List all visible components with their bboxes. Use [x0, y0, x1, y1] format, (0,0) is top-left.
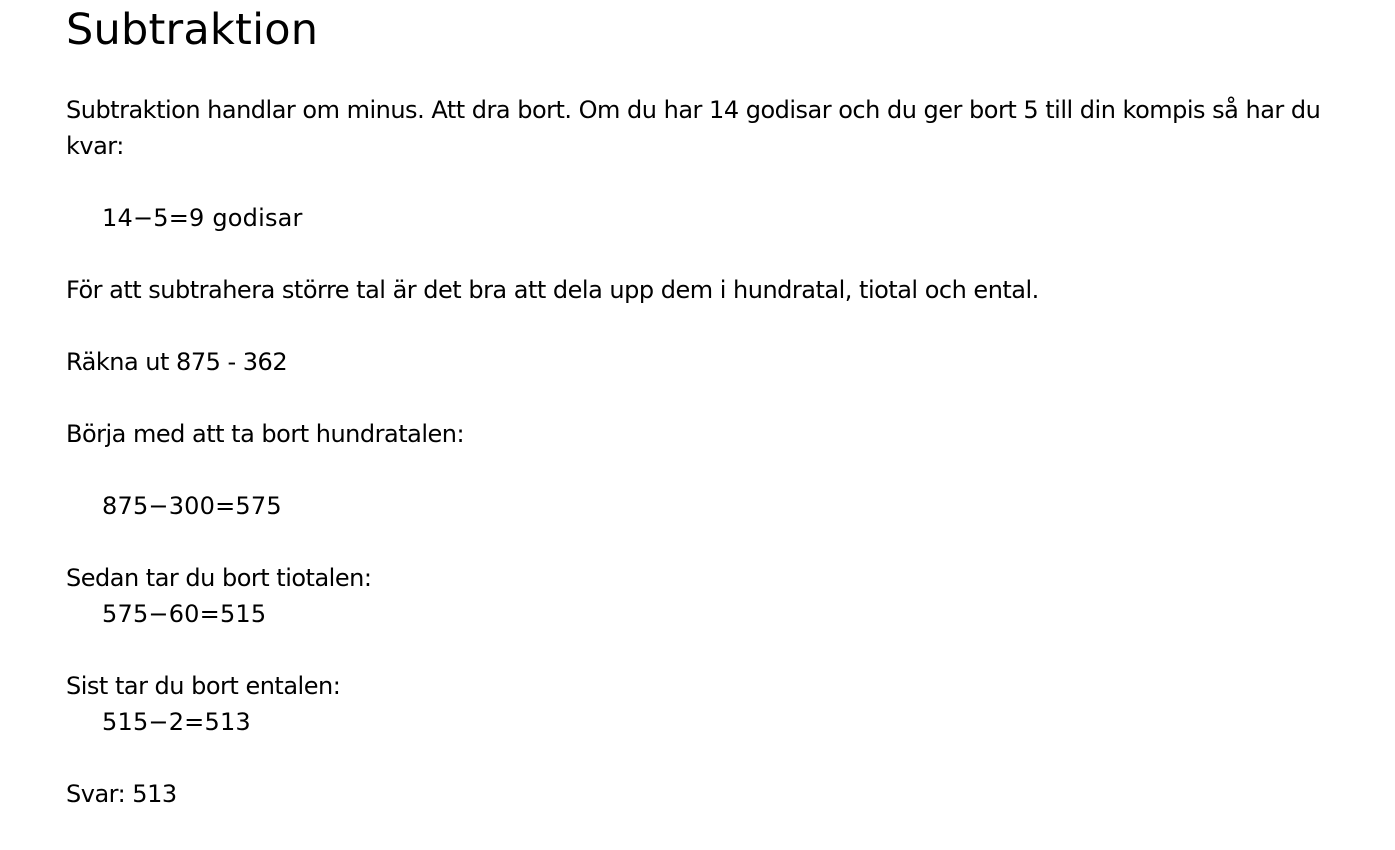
step3-label: Sist tar du bort entalen:	[66, 672, 341, 700]
answer-text: Svar: 513	[66, 780, 177, 808]
step1-label: Börja med att ta bort hundratalen:	[66, 420, 465, 448]
larger-numbers-paragraph: För att subtrahera större tal är det bra…	[66, 276, 1039, 304]
document-body: Subtraktion Subtraktion handlar om minus…	[66, 0, 1386, 812]
intro-paragraph: Subtraktion handlar om minus. Att dra bo…	[66, 96, 1321, 160]
page-title: Subtraktion	[66, 5, 319, 55]
task-text: Räkna ut 875 - 362	[66, 348, 288, 376]
step2-equation: 575−60=515	[102, 600, 267, 628]
step1-equation: 875−300=575	[102, 492, 282, 520]
step3-equation: 515−2=513	[102, 708, 251, 736]
example-equation: 14−5=9 godisar	[102, 204, 303, 232]
step2-label: Sedan tar du bort tiotalen:	[66, 564, 372, 592]
